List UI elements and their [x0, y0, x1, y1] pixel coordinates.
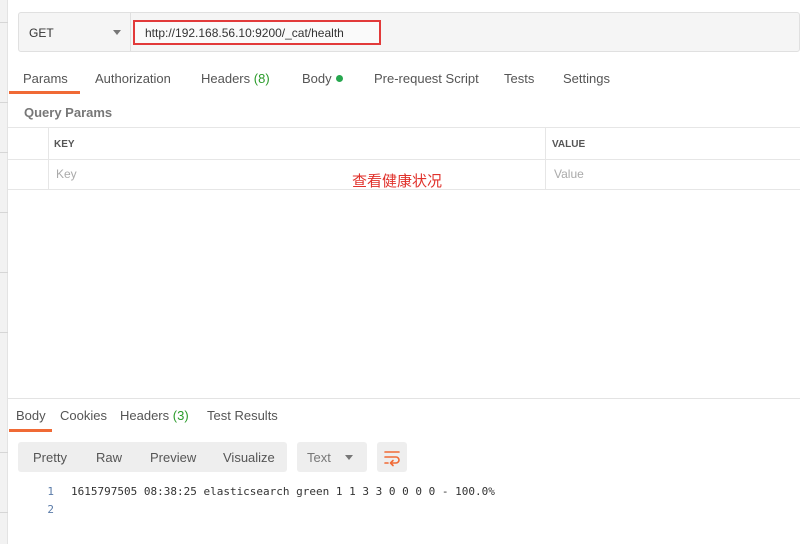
response-tab-body[interactable]: Body	[16, 408, 46, 423]
active-tab-indicator	[9, 91, 80, 94]
row-divider	[8, 159, 800, 160]
active-tab-indicator	[9, 429, 52, 432]
tab-body[interactable]: Body	[302, 71, 343, 86]
url-input[interactable]: http://192.168.56.10:9200/_cat/health	[133, 20, 381, 45]
tab-label: Cookies	[60, 408, 107, 423]
visualize-button[interactable]: Visualize	[223, 450, 275, 465]
word-wrap-icon	[384, 451, 400, 467]
tab-label: Body	[16, 408, 46, 423]
sidebar-divider	[0, 152, 8, 153]
request-url-bar: GET http://192.168.56.10:9200/_cat/healt…	[18, 12, 800, 52]
pretty-button[interactable]: Pretty	[33, 450, 67, 465]
response-tab-headers[interactable]: Headers (3)	[120, 408, 189, 423]
key-input[interactable]: Key	[56, 167, 77, 181]
tab-authorization[interactable]: Authorization	[95, 71, 171, 86]
tab-pre-request-script[interactable]: Pre-request Script	[374, 71, 479, 86]
tab-label: Headers	[120, 408, 170, 423]
key-column-header: KEY	[54, 139, 75, 150]
wrap-lines-button[interactable]	[377, 442, 407, 472]
value-input[interactable]: Value	[554, 167, 584, 181]
format-label: Text	[307, 450, 331, 465]
tab-headers[interactable]: Headers (8)	[201, 71, 270, 86]
line-number: 2	[47, 503, 54, 516]
sidebar-edge	[0, 0, 8, 544]
response-tab-cookies[interactable]: Cookies	[60, 408, 107, 423]
query-params-title: Query Params	[24, 105, 113, 120]
chevron-down-icon	[113, 30, 121, 35]
sidebar-divider	[0, 22, 8, 23]
raw-button[interactable]: Raw	[96, 450, 122, 465]
tab-label: Headers	[201, 71, 251, 86]
format-select[interactable]: Text	[297, 442, 367, 472]
response-tabs: Body Cookies Headers (3) Test Results	[8, 400, 800, 432]
tab-params[interactable]: Params	[23, 71, 68, 86]
method-select[interactable]: GET	[19, 13, 131, 51]
tab-label: Authorization	[95, 71, 171, 86]
annotation-text: 查看健康状况	[352, 172, 443, 190]
response-tab-test-results[interactable]: Test Results	[207, 408, 278, 423]
preview-button[interactable]: Preview	[150, 450, 196, 465]
tab-tests[interactable]: Tests	[504, 71, 534, 86]
code-line: 1615797505 08:38:25 elasticsearch green …	[71, 485, 495, 498]
tab-label: Body	[302, 71, 332, 86]
green-dot-icon	[335, 75, 343, 82]
tab-settings[interactable]: Settings	[563, 71, 610, 86]
sidebar-divider	[0, 332, 8, 333]
url-text: http://192.168.56.10:9200/_cat/health	[145, 26, 344, 40]
line-number: 1	[47, 485, 54, 498]
method-label: GET	[29, 26, 54, 40]
sidebar-divider	[0, 102, 8, 103]
request-tabs: Params Authorization Headers (8) Body Pr…	[8, 63, 800, 95]
headers-count-badge: (8)	[253, 71, 270, 86]
view-mode-group: Pretty Raw Preview Visualize	[18, 442, 287, 472]
tab-label: Pre-request Script	[374, 71, 479, 86]
tab-label: Params	[23, 71, 68, 86]
sidebar-divider	[0, 212, 8, 213]
tab-label: Test Results	[207, 408, 278, 423]
tab-label: Settings	[563, 71, 610, 86]
chevron-down-icon	[345, 455, 353, 460]
sidebar-divider	[0, 452, 8, 453]
headers-count-badge: (3)	[172, 408, 189, 423]
tab-label: Tests	[504, 71, 535, 86]
pane-divider[interactable]	[8, 398, 800, 399]
response-body[interactable]: 1 1615797505 08:38:25 elasticsearch gree…	[8, 482, 800, 542]
sidebar-divider	[0, 272, 8, 273]
sidebar-divider	[0, 512, 8, 513]
value-column-header: VALUE	[552, 139, 586, 150]
